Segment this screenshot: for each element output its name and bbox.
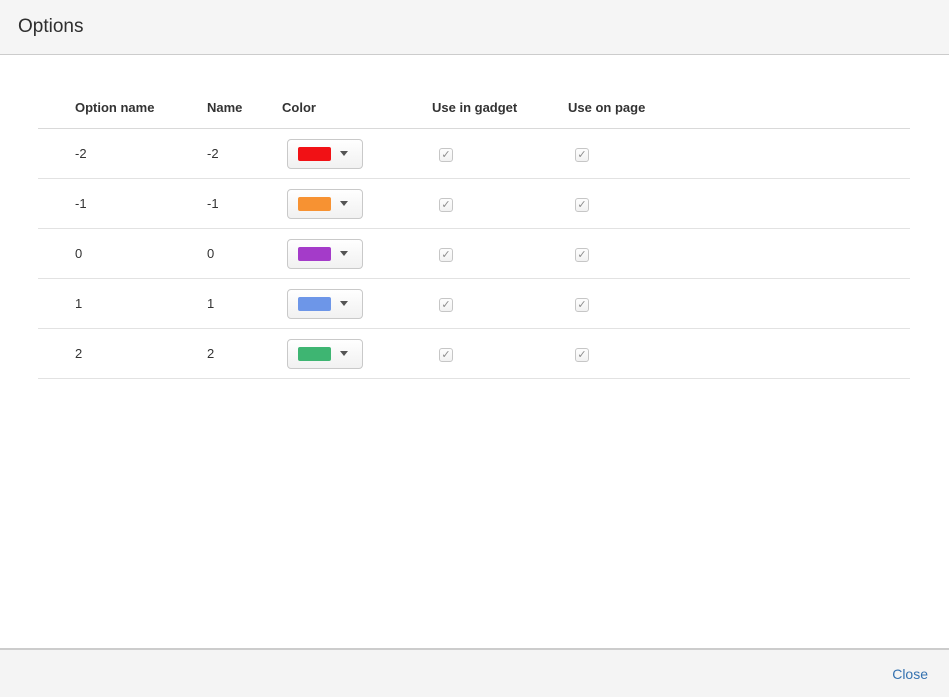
dialog-header: Options bbox=[0, 0, 949, 55]
use-on-page-checkbox[interactable]: ✓ bbox=[575, 348, 589, 362]
name-cell: 1 bbox=[207, 296, 282, 311]
color-dropdown[interactable] bbox=[287, 139, 363, 169]
use-on-page-checkbox[interactable]: ✓ bbox=[575, 198, 589, 212]
color-dropdown[interactable] bbox=[287, 289, 363, 319]
color-swatch bbox=[298, 197, 331, 211]
option-name-cell: 1 bbox=[75, 296, 207, 311]
option-name-cell: -2 bbox=[75, 146, 207, 161]
chevron-down-icon bbox=[340, 201, 348, 206]
chevron-down-icon bbox=[340, 251, 348, 256]
table-row: -2 -2 ✓ ✓ bbox=[38, 129, 910, 179]
name-cell: 2 bbox=[207, 346, 282, 361]
use-in-gadget-checkbox[interactable]: ✓ bbox=[439, 198, 453, 212]
col-header-color: Color bbox=[282, 100, 432, 115]
color-swatch bbox=[298, 147, 331, 161]
name-cell: -2 bbox=[207, 146, 282, 161]
col-header-name: Name bbox=[207, 100, 282, 115]
color-swatch bbox=[298, 297, 331, 311]
color-dropdown[interactable] bbox=[287, 189, 363, 219]
use-in-gadget-checkbox[interactable]: ✓ bbox=[439, 248, 453, 262]
option-name-cell: 2 bbox=[75, 346, 207, 361]
page-title: Options bbox=[18, 16, 83, 38]
name-cell: -1 bbox=[207, 196, 282, 211]
options-table: Option name Name Color Use in gadget Use… bbox=[38, 100, 910, 379]
table-row: 0 0 ✓ ✓ bbox=[38, 229, 910, 279]
use-in-gadget-checkbox[interactable]: ✓ bbox=[439, 298, 453, 312]
chevron-down-icon bbox=[340, 351, 348, 356]
col-header-use-on-page: Use on page bbox=[568, 100, 910, 115]
use-on-page-checkbox[interactable]: ✓ bbox=[575, 248, 589, 262]
table-row: 1 1 ✓ ✓ bbox=[38, 279, 910, 329]
use-on-page-checkbox[interactable]: ✓ bbox=[575, 298, 589, 312]
chevron-down-icon bbox=[340, 151, 348, 156]
option-name-cell: -1 bbox=[75, 196, 207, 211]
dialog-footer: Close bbox=[0, 648, 949, 697]
use-in-gadget-checkbox[interactable]: ✓ bbox=[439, 148, 453, 162]
color-dropdown[interactable] bbox=[287, 339, 363, 369]
use-in-gadget-checkbox[interactable]: ✓ bbox=[439, 348, 453, 362]
close-button[interactable]: Close bbox=[892, 666, 928, 682]
col-header-option-name: Option name bbox=[75, 100, 207, 115]
table-row: -1 -1 ✓ ✓ bbox=[38, 179, 910, 229]
option-name-cell: 0 bbox=[75, 246, 207, 261]
table-header-row: Option name Name Color Use in gadget Use… bbox=[38, 100, 910, 129]
use-on-page-checkbox[interactable]: ✓ bbox=[575, 148, 589, 162]
col-header-use-in-gadget: Use in gadget bbox=[432, 100, 568, 115]
chevron-down-icon bbox=[340, 301, 348, 306]
color-dropdown[interactable] bbox=[287, 239, 363, 269]
name-cell: 0 bbox=[207, 246, 282, 261]
color-swatch bbox=[298, 247, 331, 261]
table-row: 2 2 ✓ ✓ bbox=[38, 329, 910, 379]
color-swatch bbox=[298, 347, 331, 361]
